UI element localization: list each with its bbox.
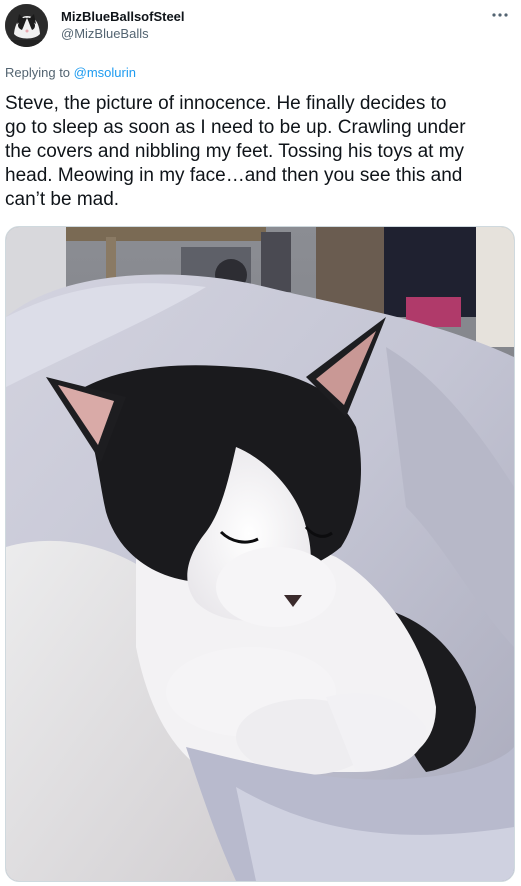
author-avatar[interactable] [5, 4, 48, 47]
cat-photo [6, 227, 514, 881]
author-names: MizBlueBallsofSteel @MizBlueBalls [61, 9, 185, 42]
reply-mention-link[interactable]: @msolurin [74, 65, 136, 80]
more-horizontal-icon[interactable] [489, 6, 511, 24]
reply-context: Replying to @msolurin [5, 65, 136, 81]
tweet-text: Steve, the picture of innocence. He fina… [5, 93, 466, 210]
reply-context-prefix: Replying to [5, 65, 74, 80]
author-handle[interactable]: @MizBlueBalls [61, 26, 185, 42]
author-display-name[interactable]: MizBlueBallsofSteel [61, 9, 185, 24]
tweet-photo[interactable] [5, 226, 515, 882]
tweet-header: MizBlueBallsofSteel @MizBlueBalls [0, 0, 521, 56]
avatar-cat-icon [5, 4, 48, 47]
